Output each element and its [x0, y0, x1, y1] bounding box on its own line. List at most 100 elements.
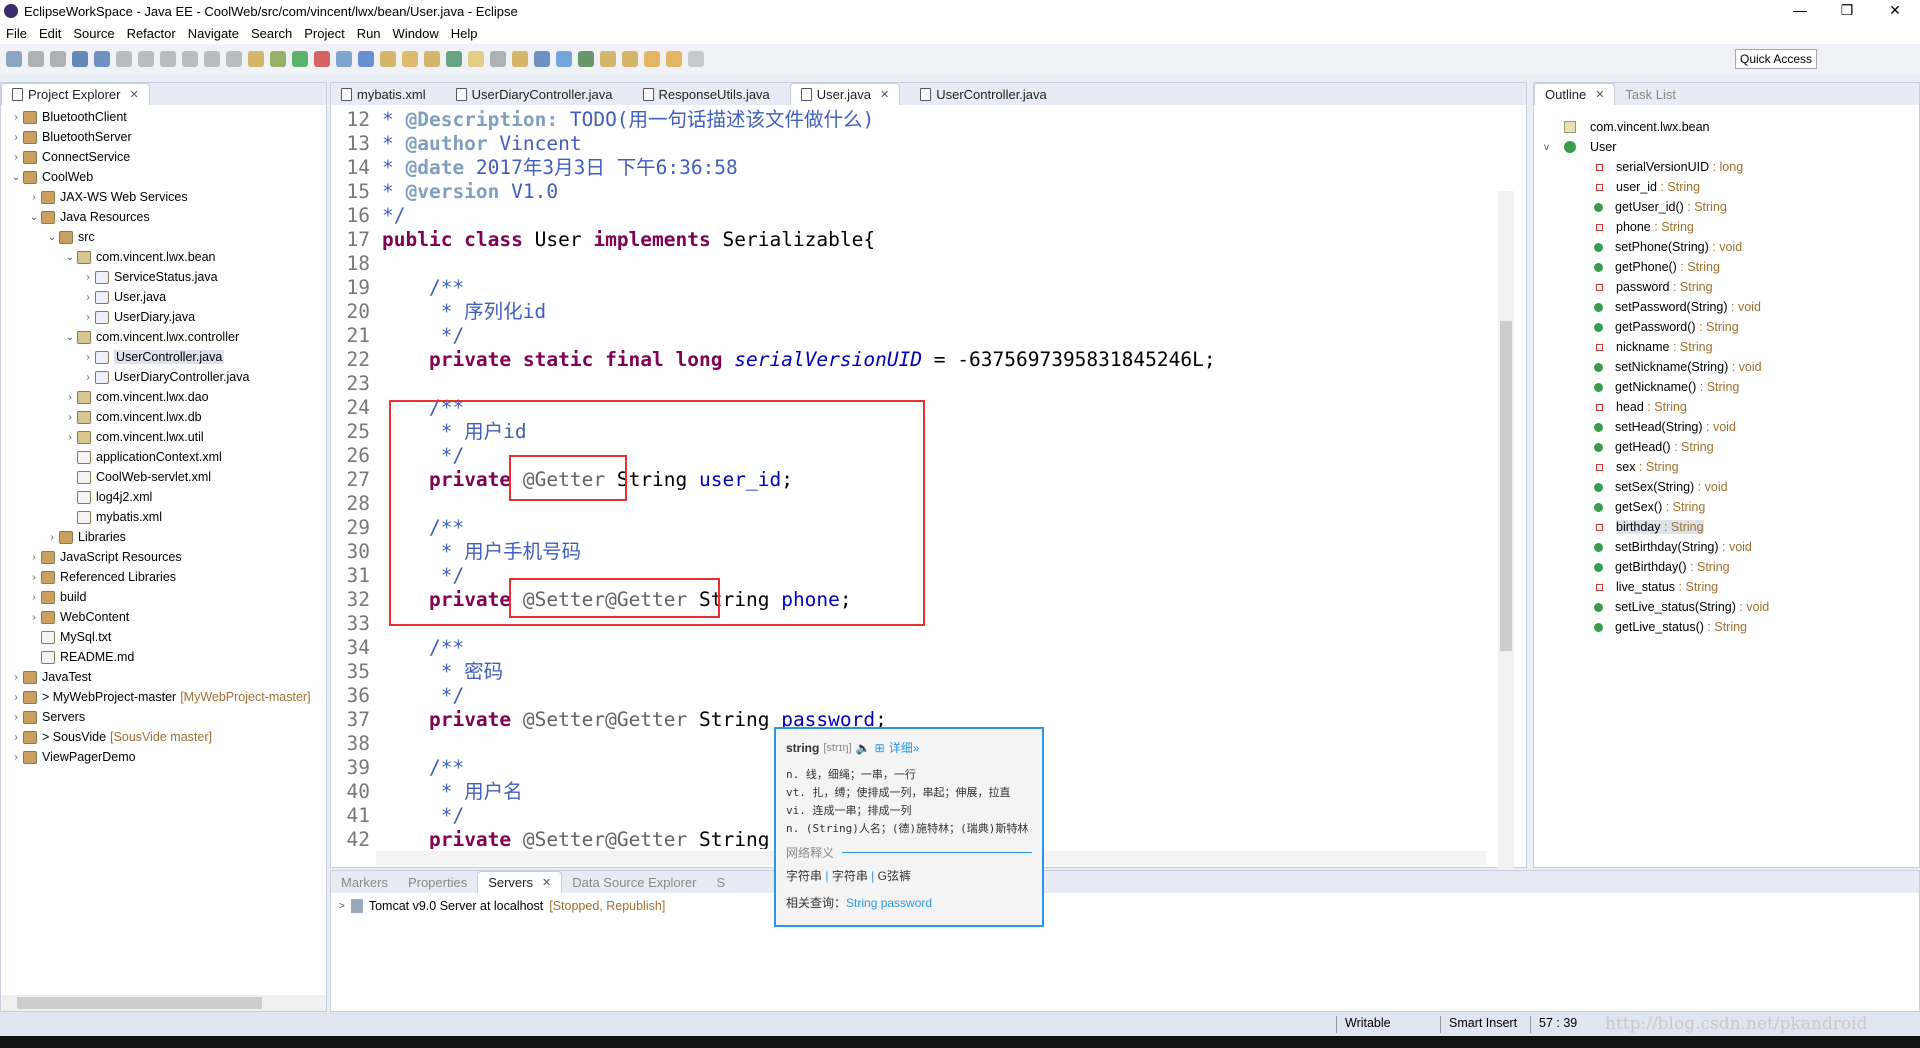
expand-arrow-icon[interactable]: ›	[27, 192, 41, 203]
outline-item[interactable]: getUser_id() : String	[1534, 197, 1919, 217]
tree-item[interactable]: › UserDiaryController.java	[1, 367, 326, 387]
toolbar-button[interactable]	[402, 51, 418, 67]
tab-userdiarycontroller-java[interactable]: UserDiaryController.java	[446, 83, 623, 105]
toolbar-button[interactable]	[446, 51, 462, 67]
toolbar-button[interactable]	[314, 51, 330, 67]
menu-window[interactable]: Window	[393, 26, 439, 41]
tree-item[interactable]: › > SousVide [SousVide master]	[1, 727, 326, 747]
expand-arrow-icon[interactable]: ›	[81, 372, 95, 383]
outline-item[interactable]: setLive_status(String) : void	[1534, 597, 1919, 617]
menu-navigate[interactable]: Navigate	[188, 26, 239, 41]
toolbar-button[interactable]	[116, 51, 132, 67]
expand-arrow-icon[interactable]: ›	[63, 392, 77, 403]
tree-item[interactable]: › com.vincent.lwx.dao	[1, 387, 326, 407]
outline-class[interactable]: v User	[1534, 137, 1919, 157]
outline-item[interactable]: setSex(String) : void	[1534, 477, 1919, 497]
tab-task-list[interactable]: Task List	[1615, 83, 1686, 105]
toolbar-button[interactable]	[336, 51, 352, 67]
expand-arrow-icon[interactable]: ⌄	[63, 252, 77, 263]
outline-item[interactable]: getNickname() : String	[1534, 377, 1919, 397]
tree-item[interactable]: ⌄ Java Resources	[1, 207, 326, 227]
expand-arrow-icon[interactable]: ›	[9, 692, 23, 703]
toolbar-button[interactable]	[600, 51, 616, 67]
expand-arrow-icon[interactable]: ›	[45, 532, 59, 543]
tree-item[interactable]: ⌄ com.vincent.lwx.controller	[1, 327, 326, 347]
server-item[interactable]: > Tomcat v9.0 Server at localhost [Stopp…	[339, 899, 665, 913]
expand-arrow-icon[interactable]: ⌄	[63, 332, 77, 343]
outline-item[interactable]: live_status : String	[1534, 577, 1919, 597]
tab-data-source-explorer[interactable]: Data Source Explorer	[562, 871, 706, 893]
outline-item[interactable]: setPassword(String) : void	[1534, 297, 1919, 317]
toolbar-button[interactable]	[50, 51, 66, 67]
tree-item[interactable]: README.md	[1, 647, 326, 667]
tree-item[interactable]: ⌄ com.vincent.lwx.bean	[1, 247, 326, 267]
outline-item[interactable]: setNickname(String) : void	[1534, 357, 1919, 377]
expand-arrow-icon[interactable]: ›	[27, 612, 41, 623]
expand-arrow-icon[interactable]: ›	[81, 312, 95, 323]
tab-user-java[interactable]: User.java ✕	[789, 83, 901, 105]
toolbar-button[interactable]	[556, 51, 572, 67]
toolbar-button[interactable]	[512, 51, 528, 67]
quick-access-input[interactable]: Quick Access	[1735, 49, 1817, 69]
tab-project-explorer[interactable]: Project Explorer ✕	[1, 83, 150, 105]
close-icon[interactable]: ✕	[542, 876, 551, 889]
outline-item[interactable]: setHead(String) : void	[1534, 417, 1919, 437]
tab-responseutils-java[interactable]: ResponseUtils.java	[633, 83, 780, 105]
toolbar-button[interactable]	[534, 51, 550, 67]
expand-arrow-icon[interactable]: ›	[81, 292, 95, 303]
add-word-icon[interactable]: ⊞	[875, 741, 885, 755]
toolbar-button[interactable]	[182, 51, 198, 67]
toolbar-button[interactable]	[138, 51, 154, 67]
expand-arrow-icon[interactable]: ›	[9, 712, 23, 723]
tree-item[interactable]: › BluetoothServer	[1, 127, 326, 147]
tab-mybatis-xml[interactable]: mybatis.xml	[331, 83, 436, 105]
toolbar-button[interactable]	[490, 51, 506, 67]
expand-arrow-icon[interactable]: ›	[9, 132, 23, 143]
outline-item[interactable]: getSex() : String	[1534, 497, 1919, 517]
expand-arrow-icon[interactable]: ›	[27, 572, 41, 583]
maximize-button[interactable]: ❐	[1827, 2, 1867, 19]
outline-package[interactable]: com.vincent.lwx.bean	[1534, 117, 1919, 137]
toolbar-button[interactable]	[270, 51, 286, 67]
tree-item[interactable]: applicationContext.xml	[1, 447, 326, 467]
tree-item[interactable]: › JavaTest	[1, 667, 326, 687]
expand-arrow-icon[interactable]: ›	[81, 352, 95, 363]
tree-item[interactable]: › build	[1, 587, 326, 607]
toolbar-button[interactable]	[644, 51, 660, 67]
tree-item[interactable]: › BluetoothClient	[1, 107, 326, 127]
tree-item[interactable]: › Servers	[1, 707, 326, 727]
tree-item[interactable]: › > MyWebProject-master [MyWebProject-mast…	[1, 687, 326, 707]
tree-item[interactable]: › WebContent	[1, 607, 326, 627]
expand-arrow-icon[interactable]: ›	[63, 412, 77, 423]
tree-item[interactable]: › com.vincent.lwx.db	[1, 407, 326, 427]
tree-item[interactable]: › com.vincent.lwx.util	[1, 427, 326, 447]
toolbar-button[interactable]	[468, 51, 484, 67]
toolbar-button[interactable]	[424, 51, 440, 67]
toolbar-button[interactable]	[248, 51, 264, 67]
outline-item[interactable]: phone : String	[1534, 217, 1919, 237]
outline-item[interactable]: getBirthday() : String	[1534, 557, 1919, 577]
outline-item[interactable]: password : String	[1534, 277, 1919, 297]
minimize-button[interactable]: —	[1780, 2, 1820, 18]
tree-item[interactable]: › UserDiary.java	[1, 307, 326, 327]
tab-s[interactable]: S	[707, 871, 736, 893]
menu-source[interactable]: Source	[73, 26, 114, 41]
toolbar-button[interactable]	[226, 51, 242, 67]
expand-arrow-icon[interactable]: ⌄	[45, 232, 59, 243]
outline-item[interactable]: user_id : String	[1534, 177, 1919, 197]
outline-item[interactable]: serialVersionUID : long	[1534, 157, 1919, 177]
tree-item[interactable]: › JAX-WS Web Services	[1, 187, 326, 207]
toolbar-button[interactable]	[6, 51, 22, 67]
expand-arrow-icon[interactable]: ›	[9, 112, 23, 123]
expand-arrow-icon[interactable]: ›	[27, 552, 41, 563]
expand-arrow-icon[interactable]: ⌄	[9, 172, 23, 183]
tree-item[interactable]: › Libraries	[1, 527, 326, 547]
expand-arrow-icon[interactable]: ›	[9, 152, 23, 163]
tree-item[interactable]: mybatis.xml	[1, 507, 326, 527]
close-icon[interactable]: ✕	[880, 88, 889, 101]
expand-arrow-icon[interactable]: ›	[9, 672, 23, 683]
outline-item[interactable]: getPassword() : String	[1534, 317, 1919, 337]
tree-item[interactable]: › User.java	[1, 287, 326, 307]
outline-item[interactable]: setPhone(String) : void	[1534, 237, 1919, 257]
outline-item[interactable]: birthday : String	[1534, 517, 1919, 537]
